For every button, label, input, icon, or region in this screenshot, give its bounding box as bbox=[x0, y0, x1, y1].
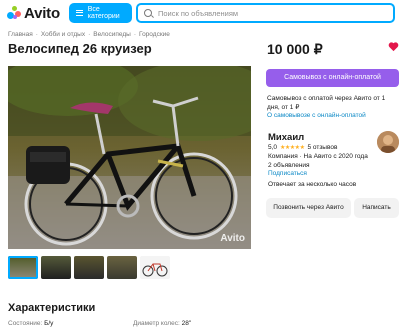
breadcrumb-item[interactable]: Городские bbox=[139, 31, 170, 38]
characteristic-value: Б/у bbox=[44, 320, 54, 327]
characteristic-item: Состояние: Б/у bbox=[8, 320, 53, 327]
bicycle-thumbnail-icon bbox=[142, 263, 168, 277]
all-categories-button[interactable]: Все категории bbox=[69, 3, 132, 23]
characteristic-value: 28" bbox=[181, 320, 192, 327]
thumbnail[interactable] bbox=[8, 256, 38, 279]
breadcrumb: Главная · Хобби и отдых · Велосипеды · Горо… bbox=[8, 31, 170, 38]
buy-with-online-payment-button[interactable]: Самовывоз с онлайн-оплатой bbox=[266, 69, 399, 87]
logo-dots-icon bbox=[7, 6, 21, 20]
delivery-info-link[interactable]: О самовывозе с онлайн-оплатой bbox=[267, 112, 366, 119]
thumbnail[interactable] bbox=[74, 256, 104, 279]
avatar[interactable] bbox=[377, 131, 399, 153]
seller-meta: Компания · На Авито с 2020 года 2 объявл… bbox=[268, 153, 368, 170]
write-button[interactable]: Написать bbox=[354, 198, 399, 218]
thumbnail[interactable] bbox=[140, 256, 170, 279]
search-icon bbox=[144, 9, 152, 17]
breadcrumb-item[interactable]: Велосипеды bbox=[93, 31, 131, 38]
seller-rating: 5,0 ★★★★★ 5 отзывов bbox=[268, 144, 337, 151]
rating-value: 5,0 bbox=[268, 144, 278, 151]
search-input[interactable] bbox=[158, 8, 378, 18]
characteristic-label: Диаметр колес: bbox=[133, 320, 180, 327]
avatar-image bbox=[377, 131, 399, 153]
search-box[interactable] bbox=[136, 3, 395, 23]
characteristics-title: Характеристики bbox=[8, 302, 96, 314]
reviews-link[interactable]: 5 отзывов bbox=[307, 144, 337, 151]
logo-text: Avito bbox=[24, 4, 60, 22]
delivery-info: Самовывоз с оплатой через Авито от 1 дня… bbox=[267, 95, 386, 111]
seller-name[interactable]: Михаил bbox=[268, 132, 304, 143]
characteristic-item: Диаметр колес: 28" bbox=[133, 320, 191, 327]
response-time: Отвечает за несколько часов bbox=[268, 181, 357, 188]
heart-icon[interactable] bbox=[388, 41, 399, 52]
bicycle-photo bbox=[8, 66, 251, 249]
thumbnail[interactable] bbox=[107, 256, 137, 279]
characteristic-label: Состояние: bbox=[8, 320, 43, 327]
watermark: Avito bbox=[220, 233, 245, 244]
call-button[interactable]: Позвонить через Авито bbox=[266, 198, 351, 218]
header: Avito Все категории bbox=[0, 0, 400, 26]
all-categories-label: Все категории bbox=[87, 6, 120, 20]
seller-type-since: Компания · На Авито с 2020 года bbox=[268, 153, 368, 160]
star-icons: ★★★★★ bbox=[280, 145, 305, 151]
breadcrumb-item[interactable]: Хобби и отдых bbox=[41, 31, 85, 38]
main-photo[interactable]: Avito bbox=[8, 66, 251, 249]
thumbnail[interactable] bbox=[41, 256, 71, 279]
subscribe-link[interactable]: Подписаться bbox=[268, 170, 307, 177]
avito-logo[interactable]: Avito bbox=[7, 4, 60, 22]
seller-listings[interactable]: 2 объявления bbox=[268, 162, 368, 171]
menu-icon bbox=[76, 10, 83, 16]
photo-thumbnails bbox=[8, 256, 170, 279]
price: 10 000 ₽ bbox=[267, 41, 323, 57]
breadcrumb-item[interactable]: Главная bbox=[8, 31, 33, 38]
page-title: Велосипед 26 круизер bbox=[8, 41, 152, 56]
